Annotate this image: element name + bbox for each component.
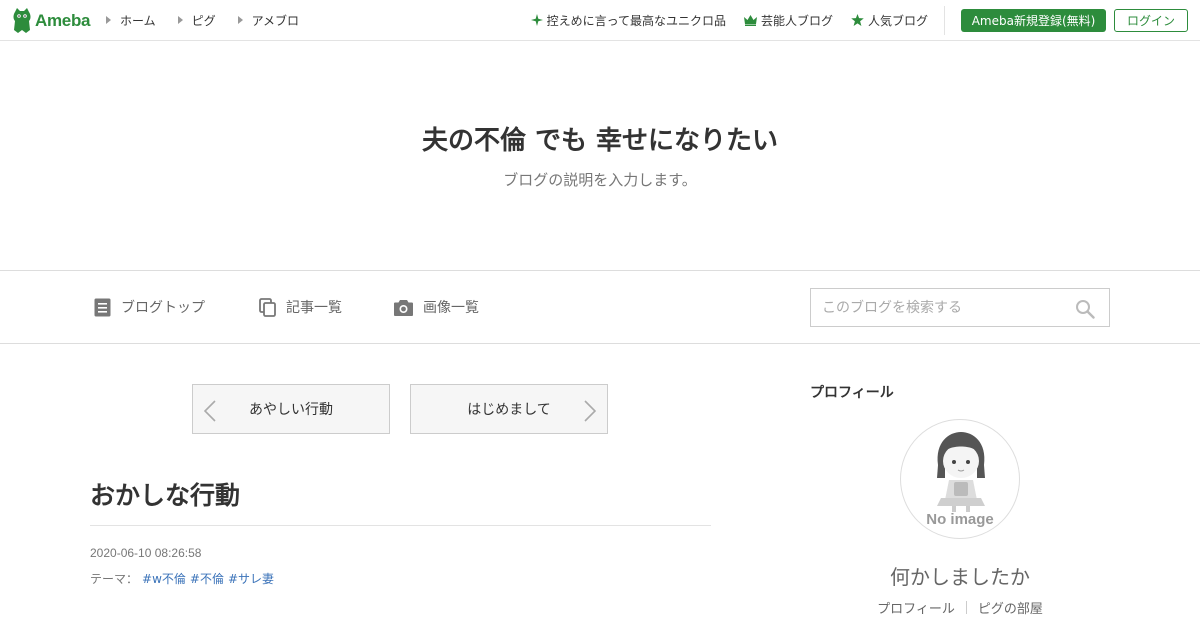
triangle-right-icon <box>106 16 111 24</box>
global-nav: ホーム ピグ アメブロ <box>106 0 299 40</box>
article-divider <box>90 525 711 526</box>
header-divider <box>944 6 945 35</box>
article-title[interactable]: おかしな行動 <box>90 476 240 512</box>
blog-title[interactable]: 夫の不倫 でも 幸せになりたい <box>0 120 1200 157</box>
prev-entry-button[interactable]: あやしい行動 <box>192 384 390 434</box>
register-button[interactable]: Ameba新規登録(無料) <box>961 9 1106 32</box>
blog-description: ブログの説明を入力します。 <box>503 171 697 189</box>
featured-nav: 控えめに言って最高なユニクロ品 芸能人ブログ 人気ブログ <box>530 0 928 40</box>
profile-name[interactable]: 何かしましたか <box>810 561 1110 590</box>
theme-tag[interactable]: #w不倫 <box>142 570 186 587</box>
sparkle-icon <box>530 14 543 26</box>
copy-icon <box>259 297 276 317</box>
star-icon <box>851 14 864 26</box>
ameba-mascot-icon <box>13 8 31 33</box>
prev-entry-label: あやしい行動 <box>249 402 333 418</box>
chevron-left-icon <box>204 400 216 422</box>
login-button[interactable]: ログイン <box>1114 9 1188 32</box>
ameba-logo[interactable]: Ameba <box>12 8 90 33</box>
global-header: Ameba ホーム ピグ アメブロ 控えめに言って最高なユニクロ品 芸能人ブログ… <box>0 0 1200 41</box>
blog-nav-images[interactable]: 画像一覧 <box>394 297 479 317</box>
article-date: 2020-06-10 08:26:58 <box>90 546 202 560</box>
profile-link[interactable]: プロフィール <box>877 598 955 617</box>
blog-nav-top[interactable]: ブログトップ <box>94 297 205 317</box>
triangle-right-icon <box>237 16 243 24</box>
nav-pigg[interactable]: ピグ <box>177 12 216 29</box>
triangle-right-icon <box>177 16 183 24</box>
blog-nav-entries[interactable]: 記事一覧 <box>259 297 342 317</box>
blog-nav: ブログトップ 記事一覧 画像一覧 <box>0 270 1200 344</box>
pigg-room-link[interactable]: ピグの部屋 <box>978 598 1043 617</box>
theme-tag[interactable]: #不倫 <box>190 570 224 587</box>
next-entry-label: はじめまして <box>467 402 551 418</box>
avatar[interactable]: No image <box>900 419 1020 539</box>
article-theme: テーマ： #w不倫 #不倫 #サレ妻 <box>90 570 274 587</box>
document-icon <box>94 298 111 316</box>
crown-icon <box>743 14 757 26</box>
nav-popular-blog[interactable]: 人気ブログ <box>851 12 928 29</box>
no-image-label: No image <box>926 511 994 528</box>
blog-search <box>810 288 1110 327</box>
profile-links: プロフィール ピグの部屋 <box>810 598 1110 617</box>
nav-ameblo[interactable]: アメブロ <box>237 12 299 29</box>
next-entry-button[interactable]: はじめまして <box>410 384 608 434</box>
blog-search-input[interactable] <box>811 289 1066 326</box>
logo-text: Ameba <box>35 10 91 30</box>
search-icon[interactable] <box>1075 299 1095 319</box>
theme-label: テーマ： <box>90 572 139 586</box>
nav-uniqlo-feature[interactable]: 控えめに言って最高なユニクロ品 <box>530 12 726 29</box>
link-divider <box>965 601 967 614</box>
profile-heading: プロフィール <box>810 385 894 401</box>
theme-tag[interactable]: #サレ妻 <box>228 570 274 587</box>
chevron-right-icon <box>584 400 596 422</box>
nav-home[interactable]: ホーム <box>106 12 156 29</box>
camera-icon <box>394 299 413 316</box>
nav-celebrity-blog[interactable]: 芸能人ブログ <box>743 12 833 29</box>
